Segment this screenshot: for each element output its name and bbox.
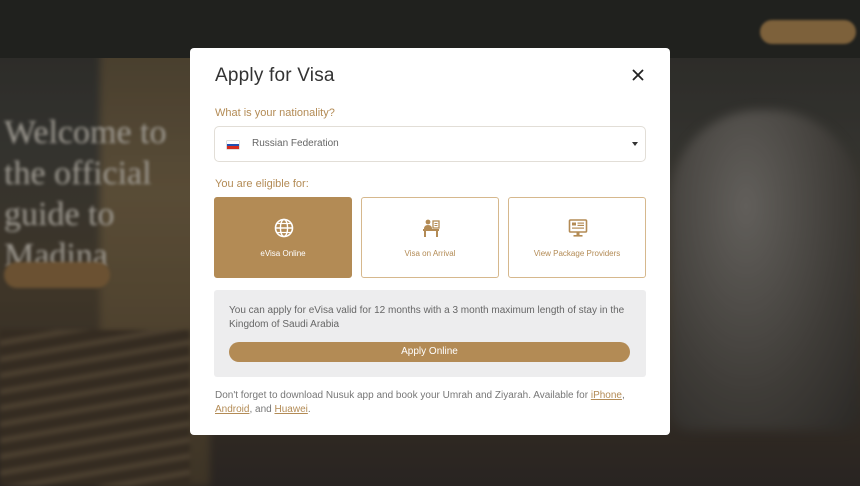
russia-flag-icon (227, 141, 239, 149)
option-visa-on-arrival[interactable]: Visa on Arrival (361, 197, 499, 278)
info-box: You can apply for eVisa valid for 12 mon… (214, 290, 646, 377)
nationality-select[interactable]: Russian Federation (214, 126, 646, 162)
close-icon[interactable] (630, 67, 646, 83)
option-label: eVisa Online (260, 249, 306, 258)
eligible-label: You are eligible for: (215, 178, 309, 190)
option-label: View Package Providers (533, 249, 621, 258)
footer-text: Don't forget to download Nusuk app and b… (215, 390, 591, 401)
option-evisa-online[interactable]: eVisa Online (214, 197, 352, 278)
footer-end: . (307, 404, 311, 415)
iphone-link[interactable]: iPhone (591, 390, 622, 401)
caret-down-icon (632, 142, 638, 146)
apply-online-button[interactable]: Apply Online (229, 342, 630, 362)
huawei-link[interactable]: Huawei (275, 404, 308, 415)
monitor-icon (568, 219, 588, 237)
footer-separator: , and (249, 404, 275, 415)
nationality-label: What is your nationality? (215, 107, 335, 119)
footer-note: Don't forget to download Nusuk app and b… (215, 389, 645, 417)
info-text: You can apply for eVisa valid for 12 mon… (229, 305, 625, 330)
android-link[interactable]: Android (215, 404, 249, 415)
nationality-value: Russian Federation (252, 138, 339, 149)
footer-separator: , (621, 390, 625, 401)
globe-icon (274, 218, 294, 238)
option-view-package-providers[interactable]: View Package Providers (508, 197, 646, 278)
officer-desk-icon (423, 219, 440, 237)
apply-visa-modal: Apply for Visa What is your nationality?… (190, 48, 670, 435)
option-label: Visa on Arrival (404, 249, 456, 258)
modal-title: Apply for Visa (215, 65, 335, 86)
